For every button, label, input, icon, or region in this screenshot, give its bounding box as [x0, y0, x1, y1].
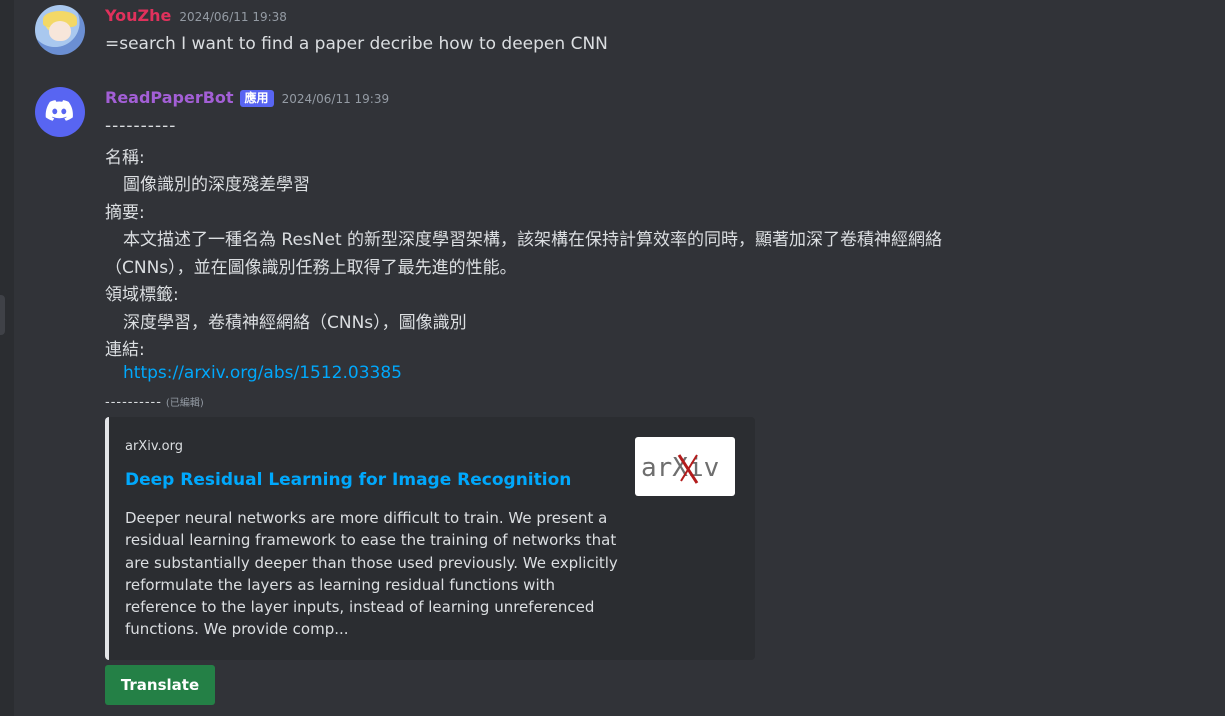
tags-label: 領域標籤: — [105, 285, 179, 305]
discord-logo-icon — [45, 100, 73, 121]
embed-thumbnail[interactable]: arXiv — [635, 437, 735, 496]
avatar-face — [49, 21, 71, 41]
user-avatar[interactable] — [35, 5, 85, 55]
server-sidebar-edge — [0, 0, 14, 716]
timestamp[interactable]: 2024/06/11 19:39 — [282, 92, 390, 106]
embed-title[interactable]: Deep Residual Learning for Image Recogni… — [125, 470, 571, 490]
paper-link[interactable]: https://arxiv.org/abs/1512.03385 — [123, 363, 402, 383]
embed-provider[interactable]: arXiv.org — [125, 439, 183, 454]
app-badge: 應用 — [239, 90, 274, 107]
link-label: 連結: — [105, 340, 145, 360]
tags-value: 深度學習，卷積神經網絡（CNNs），圖像識別 — [123, 313, 467, 333]
username[interactable]: ReadPaperBot — [105, 88, 234, 107]
bot-avatar[interactable] — [35, 87, 85, 137]
link-embed: arXiv.org Deep Residual Learning for Ima… — [105, 417, 755, 660]
message-text: =search I want to find a paper decribe h… — [105, 34, 608, 54]
separator-top: ---------- — [105, 116, 177, 136]
sidebar-resize-handle[interactable] — [0, 295, 5, 335]
separator-bottom-row: ---------- (已編輯) — [105, 391, 204, 411]
name-value: 圖像識別的深度殘差學習 — [123, 175, 310, 195]
username[interactable]: YouZhe — [105, 6, 171, 25]
arxiv-logo-icon: arXiv — [641, 453, 719, 484]
name-label: 名稱: — [105, 148, 145, 168]
abstract-line-1: 本文描述了一種名為 ResNet 的新型深度學習架構，該架構在保持計算效率的同時… — [123, 230, 943, 250]
embed-description: Deeper neural networks are more difficul… — [125, 509, 618, 639]
separator-bottom: ---------- — [105, 395, 162, 410]
timestamp[interactable]: 2024/06/11 19:38 — [179, 10, 287, 24]
abstract-label: 摘要: — [105, 203, 145, 223]
abstract-line-2: （CNNs），並在圖像識別任務上取得了最先進的性能。 — [105, 258, 517, 278]
message-header: YouZhe 2024/06/11 19:38 — [105, 6, 287, 25]
translate-button[interactable]: Translate — [105, 665, 215, 705]
message-header: ReadPaperBot 應用 2024/06/11 19:39 — [105, 88, 389, 108]
edited-tag: (已編輯) — [165, 398, 204, 409]
